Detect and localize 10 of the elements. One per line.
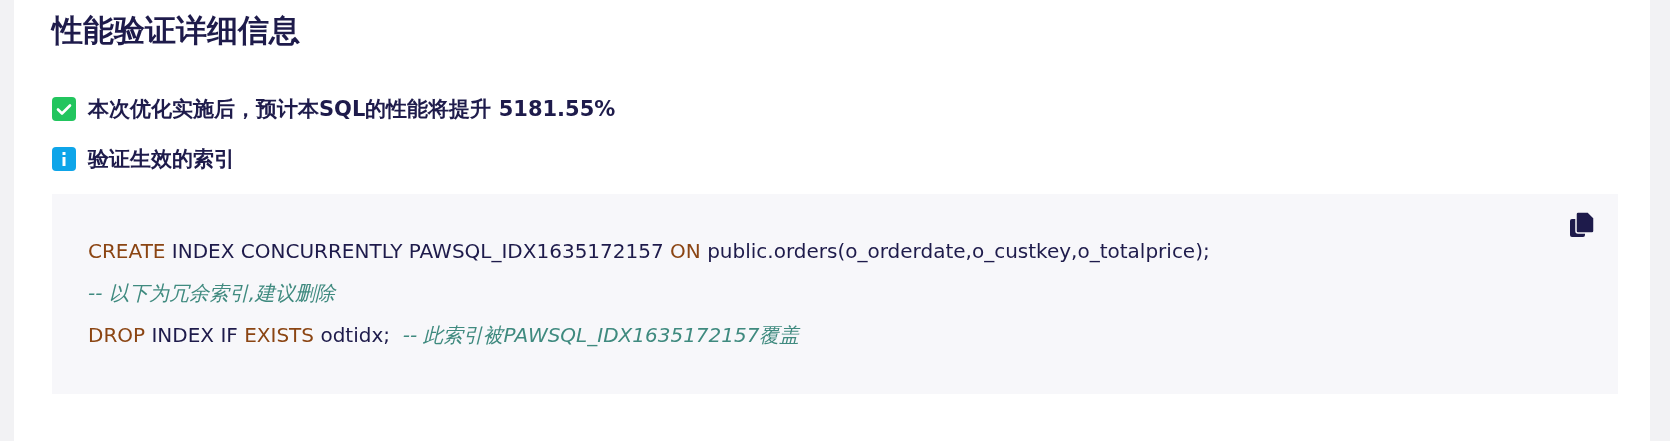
section-title: 性能验证详细信息 [52,11,301,50]
info-icon [52,147,76,171]
code-line: -- 以下为冗余索引,建议删除 [88,280,338,307]
check-icon [52,97,76,121]
code-line: CREATE INDEX CONCURRENTLY PAWSQL_IDX1635172157 ON public.orders(o_orderdate,o_custkey,o_totalprice); [88,238,1211,265]
notice-text: 验证生效的索引 [88,146,235,173]
notice-text: 本次优化实施后，预计本SQL的性能将提升 5181.55% [88,96,616,123]
copy-button[interactable] [1570,212,1594,238]
code-line: DROP INDEX IF EXISTS odtidx; -- 此索引被PAWSQL_IDX1635172157覆盖 [88,322,802,349]
copy-icon [1570,212,1594,238]
